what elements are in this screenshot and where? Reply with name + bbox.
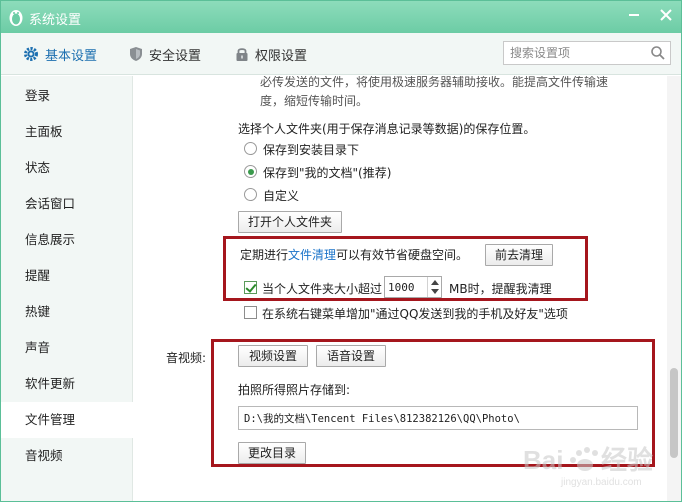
tab-security-settings[interactable]: 安全设置 xyxy=(129,33,201,75)
shield-icon xyxy=(130,47,142,61)
radio-save-install-dir[interactable] xyxy=(244,142,257,155)
minimize-button[interactable] xyxy=(623,5,645,27)
svg-text:经验: 经验 xyxy=(601,445,653,475)
radio-label-install-dir: 保存到安装目录下 xyxy=(263,143,360,157)
tab-label: 安全设置 xyxy=(149,48,202,64)
sidebar-item-hotkeys[interactable]: 热键 xyxy=(1,294,133,330)
svg-text:Bai: Bai xyxy=(523,445,563,475)
search-box[interactable] xyxy=(503,41,671,65)
radio-label-my-documents: 保存到"我的文档"(推荐) xyxy=(263,166,392,180)
sidebar-item-reminders[interactable]: 提醒 xyxy=(1,258,133,294)
close-icon xyxy=(660,9,672,21)
sidebar-item-sound[interactable]: 声音 xyxy=(1,330,133,366)
radio-custom[interactable] xyxy=(244,188,257,201)
stepper-up-icon[interactable] xyxy=(431,280,439,285)
change-directory-button[interactable]: 更改目录 xyxy=(238,442,306,464)
radio-label-custom: 自定义 xyxy=(263,189,300,203)
settings-sidebar: 登录 主面板 状态 会话窗口 信息展示 提醒 热键 声音 软件更新 文件管理 音… xyxy=(1,76,133,501)
voice-settings-button[interactable]: 语音设置 xyxy=(316,345,386,367)
sidebar-item-software-update[interactable]: 软件更新 xyxy=(1,366,133,402)
fast-transfer-note-line2: 度，缩短传输时间。 xyxy=(260,94,369,108)
minimize-icon xyxy=(629,14,639,16)
photo-path-input[interactable] xyxy=(238,406,638,430)
audio-video-section-label: 音视频: xyxy=(166,351,207,365)
tab-basic-settings[interactable]: 基本设置 xyxy=(23,33,97,75)
search-icon[interactable] xyxy=(650,45,666,61)
settings-tab-bar: 基本设置 安全设置 权限设置 xyxy=(1,33,681,75)
radio-save-my-documents[interactable] xyxy=(244,165,257,178)
settings-window: 系统设置 基本设置 安全设置 权限设置 搜索设置项 登录 主面板 状态 会话窗口… xyxy=(0,0,682,502)
search-input[interactable] xyxy=(510,44,646,62)
size-limit-unit: MB时，提醒我清理 xyxy=(449,282,552,296)
window-title: 系统设置 xyxy=(29,13,82,28)
svg-text:jingyan.baidu.com: jingyan.baidu.com xyxy=(560,477,642,488)
gear-icon xyxy=(24,47,38,61)
file-cleanup-link[interactable]: 文件清理 xyxy=(288,248,336,262)
stepper-arrows xyxy=(427,277,441,297)
context-menu-label: 在系统右键菜单增加"通过QQ发送到我的手机及好友"选项 xyxy=(262,307,568,321)
open-personal-folder-button[interactable]: 打开个人文件夹 xyxy=(238,211,342,233)
fast-transfer-note-line1: 必传发送的文件，将使用极速服务器辅助接收。能提高文件传输速 xyxy=(260,76,609,89)
tab-permission-settings[interactable]: 权限设置 xyxy=(235,33,307,75)
context-menu-checkbox[interactable] xyxy=(244,306,257,319)
sidebar-item-login[interactable]: 登录 xyxy=(1,78,133,114)
stepper-down-icon[interactable] xyxy=(431,289,439,294)
video-settings-button[interactable]: 视频设置 xyxy=(238,345,308,367)
sidebar-item-status[interactable]: 状态 xyxy=(1,150,133,186)
tab-label: 权限设置 xyxy=(255,48,308,64)
size-limit-label: 当个人文件夹大小超过 xyxy=(262,282,383,296)
cleanup-text: 定期进行文件清理可以有效节省硬盘空间。 xyxy=(240,248,469,262)
sidebar-item-info-display[interactable]: 信息展示 xyxy=(1,222,133,258)
tab-label: 基本设置 xyxy=(45,48,98,64)
personal-folder-prompt: 选择个人文件夹(用于保存消息记录等数据)的保存位置。 xyxy=(238,122,536,136)
baidu-watermark-logo: Bai 经验 jingyan.baidu.com xyxy=(523,445,653,488)
sidebar-item-main-panel[interactable]: 主面板 xyxy=(1,114,133,150)
qq-penguin-icon xyxy=(9,10,23,26)
title-bar[interactable]: 系统设置 xyxy=(1,1,681,33)
size-limit-input[interactable] xyxy=(388,279,424,295)
close-button[interactable] xyxy=(655,5,677,27)
sidebar-item-file-management[interactable]: 文件管理 xyxy=(1,402,133,438)
photo-storage-label: 拍照所得照片存储到: xyxy=(238,383,351,397)
lock-icon xyxy=(236,48,248,61)
go-cleanup-button[interactable]: 前去清理 xyxy=(485,244,553,266)
sidebar-item-audio-video[interactable]: 音视频 xyxy=(1,438,133,474)
size-limit-stepper[interactable] xyxy=(384,276,442,298)
sidebar-item-chat-window[interactable]: 会话窗口 xyxy=(1,186,133,222)
scrollbar-thumb[interactable] xyxy=(670,368,678,458)
size-limit-checkbox[interactable] xyxy=(244,281,257,294)
